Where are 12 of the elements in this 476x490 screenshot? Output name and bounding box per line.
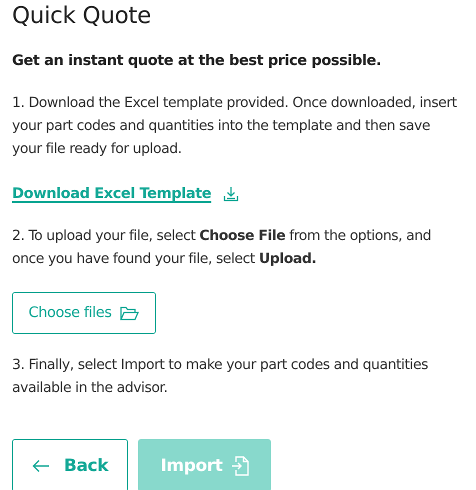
- choose-files-button[interactable]: Choose files: [12, 292, 156, 334]
- subtitle: Get an instant quote at the best price possible.: [12, 52, 382, 71]
- instruction-text: 1. Download the Excel template provided. Once downloaded, insert your part codes and quantities into the template and then save your file ready for upload.: [12, 94, 458, 159]
- folder-icon: [120, 306, 140, 320]
- instruction-text: 2. To upload your file, select Choose File from the options, and once you have found your file, select Upload.: [12, 227, 432, 269]
- download-icon: [223, 186, 240, 202]
- back-button[interactable]: Back: [12, 439, 128, 490]
- file-import-icon: [230, 456, 248, 476]
- arrow-left-icon: [32, 458, 50, 472]
- page-title: Quick Quote: [12, 2, 152, 31]
- download-link[interactable]: Download Excel Template: [12, 183, 240, 205]
- instruction-text: 3. Finally, select Import to make your part codes and quantities available in the advisor.: [12, 356, 429, 398]
